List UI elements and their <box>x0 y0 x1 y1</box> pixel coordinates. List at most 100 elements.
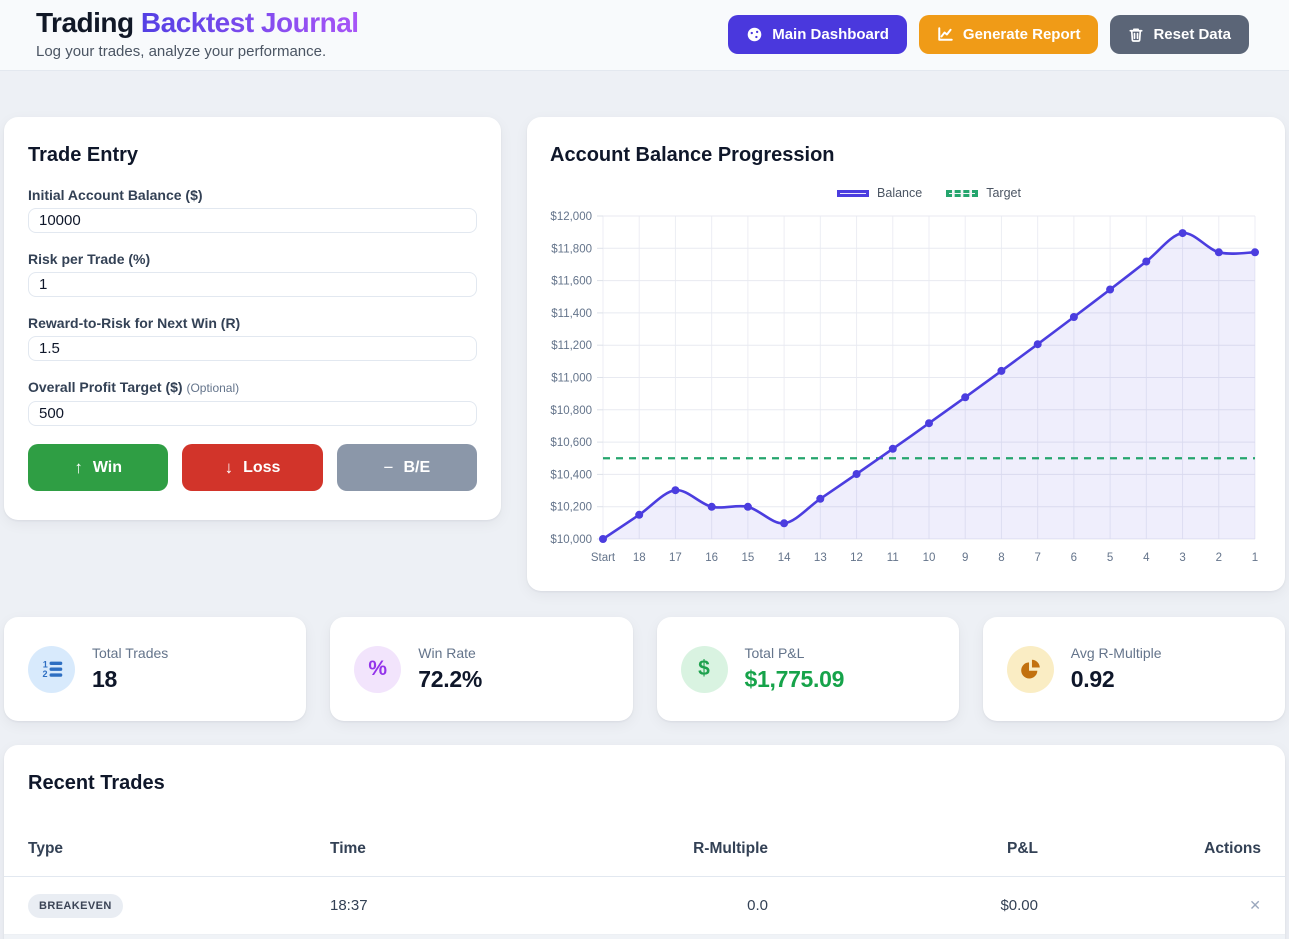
page-subtitle: Log your trades, analyze your performanc… <box>36 43 359 60</box>
chart-legend: Balance Target <box>550 183 1262 203</box>
recent-trades-title: Recent Trades <box>4 771 1285 795</box>
svg-text:17: 17 <box>669 552 682 564</box>
target-swatch-icon <box>946 190 978 197</box>
reset-data-label: Reset Data <box>1153 26 1231 43</box>
win-rate-value: 72.2% <box>418 665 482 693</box>
svg-text:$11,800: $11,800 <box>551 243 592 255</box>
ordered-list-icon: 12 <box>28 646 75 693</box>
svg-text:Start: Start <box>591 552 616 564</box>
profit-target-input[interactable] <box>28 401 477 426</box>
profit-target-optional-note: (Optional) <box>186 381 239 395</box>
breakeven-label: B/E <box>403 459 430 477</box>
trade-r-multiple: 0.0 <box>548 897 768 914</box>
win-rate-label: Win Rate <box>418 645 482 661</box>
stats-row: 12 Total Trades 18 % Win Rate 72.2% $ To… <box>4 617 1285 721</box>
reset-data-button[interactable]: Reset Data <box>1110 15 1249 54</box>
balance-progression-chart[interactable]: Start181716151413121110987654321$10,000$… <box>550 209 1262 571</box>
avg-r-multiple-value: 0.92 <box>1071 665 1162 693</box>
table-row: BREAKEVEN 18:37 0.0 $0.00 ✕ <box>4 877 1285 935</box>
table-header-row: Type Time R-Multiple P&L Actions <box>4 821 1285 877</box>
svg-text:$10,800: $10,800 <box>550 405 592 417</box>
svg-text:7: 7 <box>1034 552 1040 564</box>
column-header-time: Time <box>330 840 548 858</box>
svg-text:16: 16 <box>705 552 718 564</box>
total-pnl-label: Total P&L <box>745 645 845 661</box>
trade-entry-buttons: ↑ Win ↓ Loss −B/E <box>28 444 477 491</box>
stat-card-total-trades: 12 Total Trades 18 <box>4 617 306 721</box>
breakeven-button[interactable]: −B/E <box>337 444 477 491</box>
legend-item-target[interactable]: Target <box>946 186 1021 200</box>
trade-type-badge: BREAKEVEN <box>28 894 123 918</box>
page-title: Trading Backtest Journal <box>36 8 359 39</box>
delete-trade-button[interactable]: ✕ <box>1249 897 1261 914</box>
svg-text:8: 8 <box>998 552 1004 564</box>
trade-time: 18:37 <box>330 897 548 914</box>
svg-text:$11,000: $11,000 <box>551 373 592 385</box>
svg-text:18: 18 <box>633 552 646 564</box>
app-header: Trading Backtest Journal Log your trades… <box>0 0 1289 71</box>
svg-text:3: 3 <box>1179 552 1185 564</box>
legend-target-label: Target <box>986 186 1021 200</box>
svg-text:$11,200: $11,200 <box>551 340 592 352</box>
trade-entry-card: Trade Entry Initial Account Balance ($) … <box>4 117 501 520</box>
dashboard-icon <box>746 26 763 43</box>
field-reward-risk: Reward-to-Risk for Next Win (R) <box>28 315 477 361</box>
loss-button[interactable]: ↓ Loss <box>182 444 322 491</box>
reward-risk-input[interactable] <box>28 336 477 361</box>
win-button[interactable]: ↑ Win <box>28 444 168 491</box>
total-trades-value: 18 <box>92 665 168 693</box>
svg-text:2: 2 <box>1216 552 1222 564</box>
column-header-type: Type <box>28 840 330 858</box>
svg-text:15: 15 <box>741 552 754 564</box>
column-header-pnl: P&L <box>768 840 1038 858</box>
main-dashboard-label: Main Dashboard <box>772 26 889 43</box>
svg-text:9: 9 <box>962 552 968 564</box>
up-arrow-icon: ↑ <box>74 458 83 478</box>
main-dashboard-button[interactable]: Main Dashboard <box>728 15 907 54</box>
svg-text:$11,600: $11,600 <box>551 276 592 288</box>
page-title-accent: Backtest Journal <box>141 7 359 38</box>
top-row: Trade Entry Initial Account Balance ($) … <box>4 117 1285 591</box>
generate-report-button[interactable]: Generate Report <box>919 15 1099 54</box>
svg-text:6: 6 <box>1071 552 1077 564</box>
column-header-r-multiple: R-Multiple <box>548 840 768 858</box>
svg-text:$10,400: $10,400 <box>550 469 592 481</box>
reward-risk-label: Reward-to-Risk for Next Win (R) <box>28 315 477 331</box>
svg-text:$12,000: $12,000 <box>550 211 592 223</box>
svg-text:$10,600: $10,600 <box>550 437 592 449</box>
win-label: Win <box>93 459 122 477</box>
legend-balance-label: Balance <box>877 186 922 200</box>
field-profit-target: Overall Profit Target ($) (Optional) <box>28 379 477 426</box>
svg-text:5: 5 <box>1107 552 1113 564</box>
svg-text:$10,000: $10,000 <box>550 534 592 546</box>
risk-per-trade-input[interactable] <box>28 272 477 297</box>
legend-item-balance[interactable]: Balance <box>837 186 922 200</box>
page-title-primary: Trading <box>36 7 134 38</box>
risk-per-trade-label: Risk per Trade (%) <box>28 251 477 267</box>
svg-text:13: 13 <box>814 552 827 564</box>
chart-title: Account Balance Progression <box>550 143 1262 167</box>
dollar-icon: $ <box>681 646 728 693</box>
header-title-block: Trading Backtest Journal Log your trades… <box>36 8 359 60</box>
generate-report-label: Generate Report <box>963 26 1081 43</box>
total-trades-label: Total Trades <box>92 645 168 661</box>
stat-card-win-rate: % Win Rate 72.2% <box>330 617 632 721</box>
loss-label: Loss <box>243 459 280 477</box>
chart-line-icon <box>937 26 954 43</box>
svg-text:1: 1 <box>42 659 47 669</box>
svg-text:1: 1 <box>1252 552 1258 564</box>
svg-text:$11,400: $11,400 <box>551 308 592 320</box>
trade-entry-title: Trade Entry <box>28 143 477 167</box>
table-row-partial <box>4 935 1285 939</box>
initial-balance-input[interactable] <box>28 208 477 233</box>
down-arrow-icon: ↓ <box>225 458 234 478</box>
total-pnl-value: $1,775.09 <box>745 665 845 693</box>
svg-text:4: 4 <box>1143 552 1150 564</box>
trade-pnl: $0.00 <box>768 897 1038 914</box>
main-content: Trade Entry Initial Account Balance ($) … <box>0 71 1289 939</box>
svg-text:$10,200: $10,200 <box>550 502 592 514</box>
recent-trades-card: Recent Trades Type Time R-Multiple P&L A… <box>4 745 1285 939</box>
svg-text:12: 12 <box>850 552 863 564</box>
svg-text:10: 10 <box>923 552 936 564</box>
profit-target-label: Overall Profit Target ($) (Optional) <box>28 379 477 396</box>
